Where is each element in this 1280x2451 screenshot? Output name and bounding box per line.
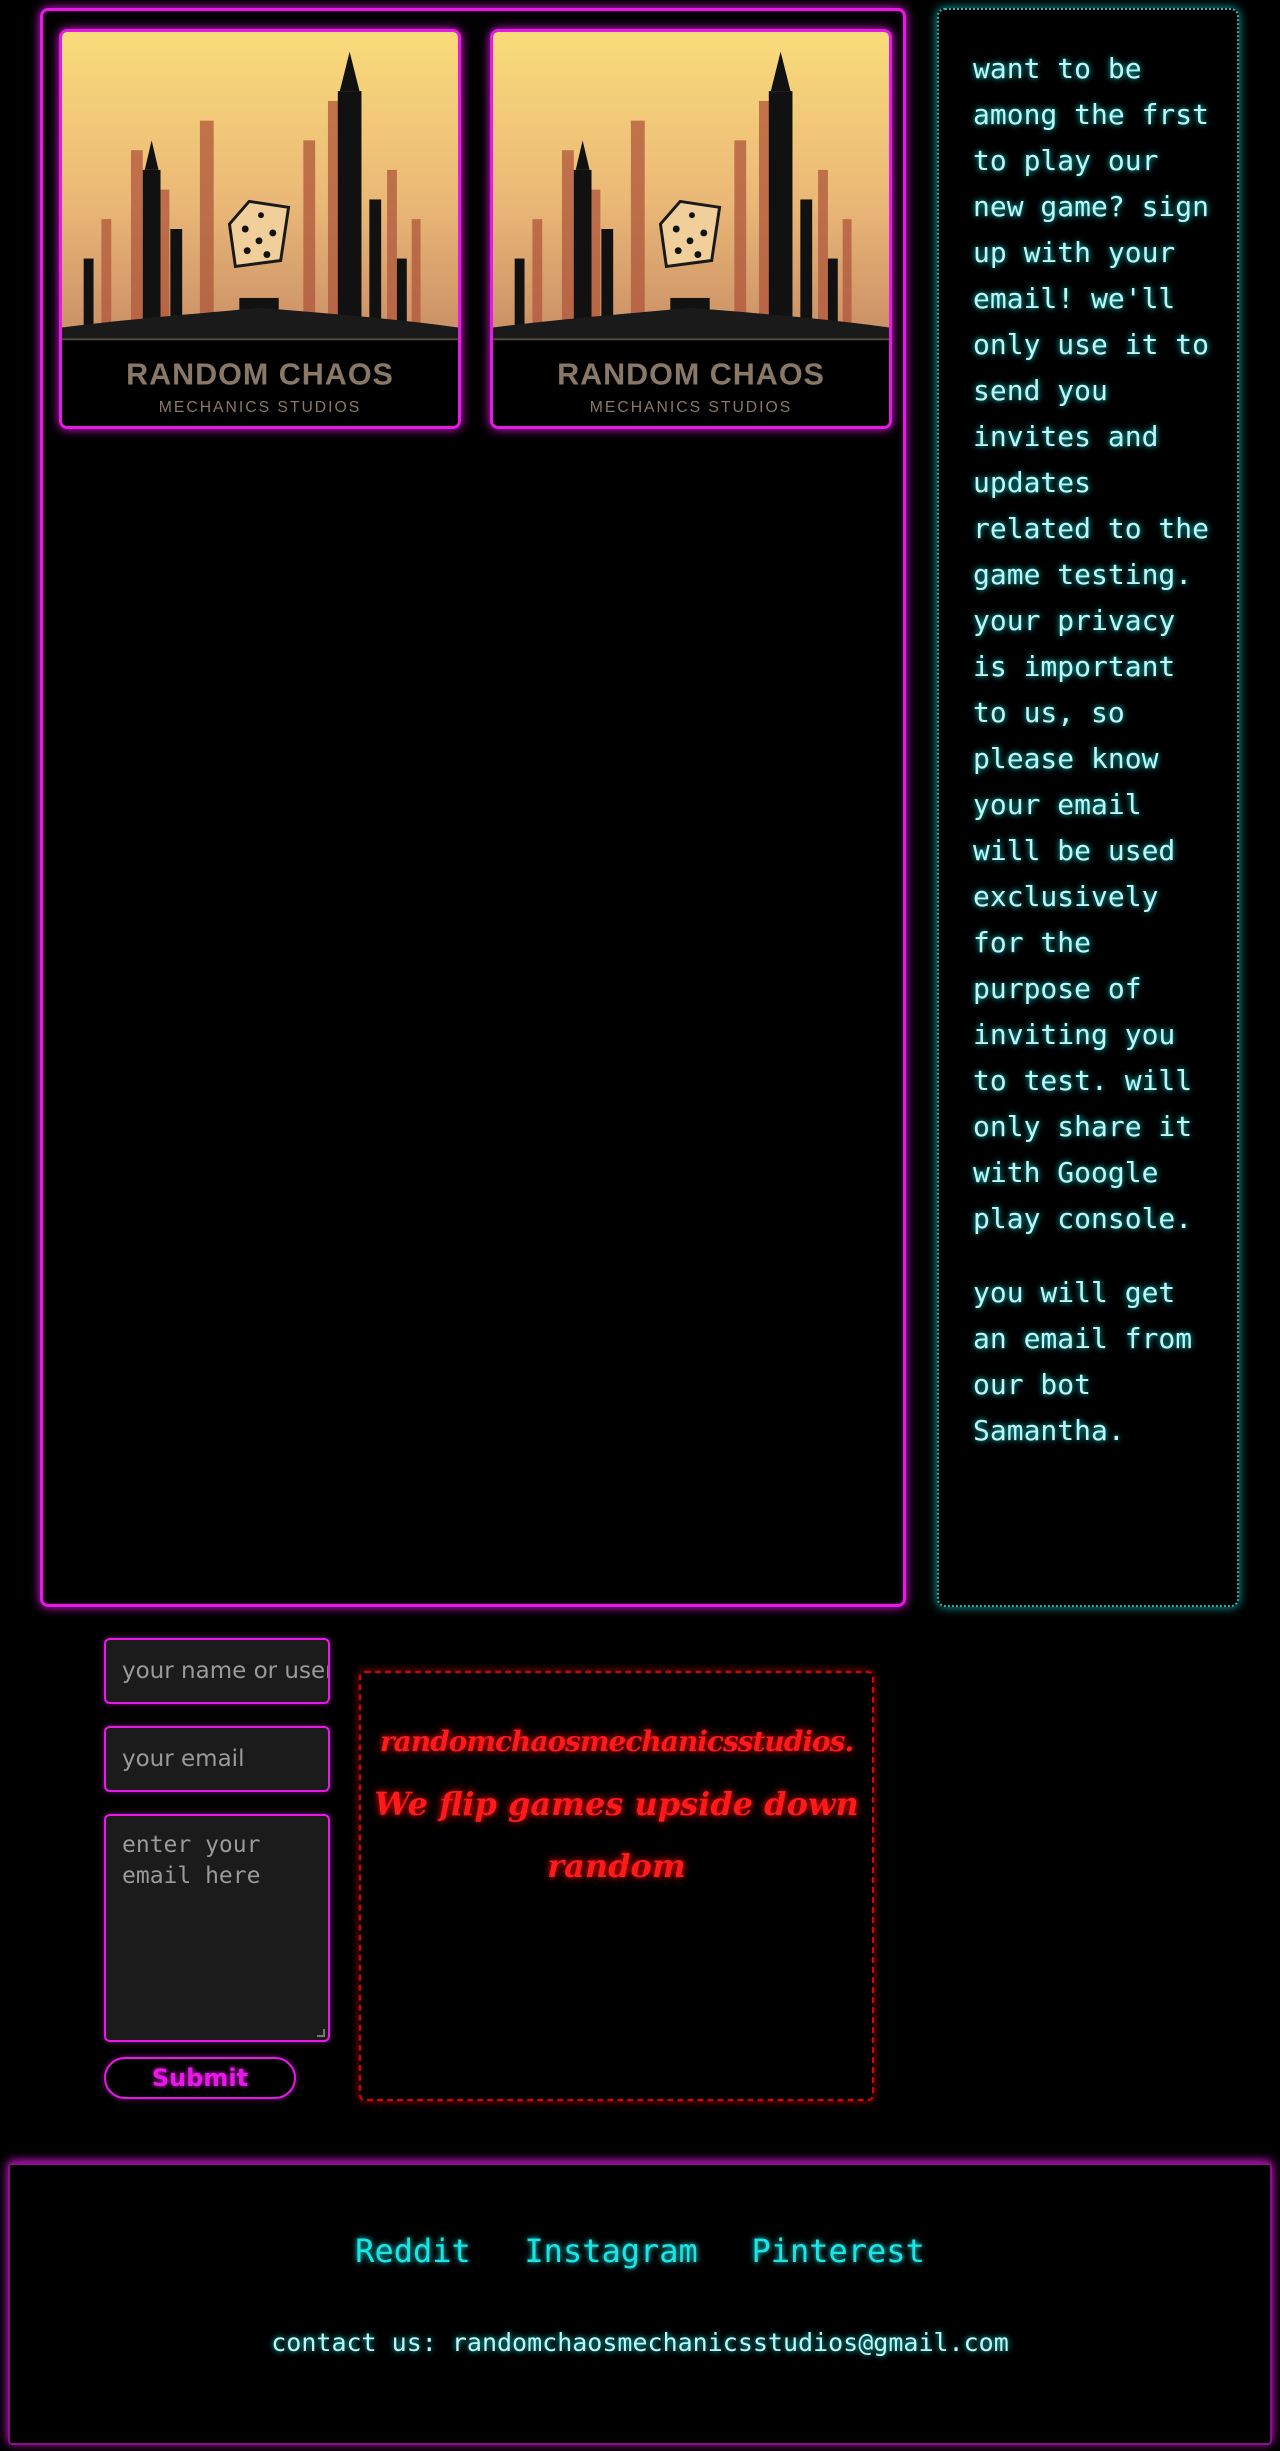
- tagline-line: We flip games upside down: [374, 1785, 859, 1823]
- social-links: Reddit Instagram Pinterest: [10, 2232, 1270, 2270]
- tagline-line: randomchaosmechanicsstudios.: [379, 1725, 854, 1758]
- info-paragraph: want to be among the frst to play our ne…: [973, 52, 1210, 1235]
- submit-button[interactable]: Submit: [104, 2057, 296, 2099]
- tagline-line: random: [547, 1847, 686, 1885]
- logo-title: RANDOM CHAOS: [557, 358, 825, 392]
- logo-subtitle: MECHANICS STUDIOS: [590, 399, 792, 416]
- message-textarea[interactable]: enter your email here: [104, 1814, 330, 2042]
- name-input[interactable]: your name or username: [104, 1638, 330, 1704]
- game-gallery: RANDOM CHAOS MECHANICS STUDIOS RANDOM CH…: [40, 8, 906, 1607]
- logo-title: RANDOM CHAOS: [126, 358, 394, 392]
- logo-subtitle: MECHANICS STUDIOS: [159, 399, 361, 416]
- studio-logo-image: RANDOM CHAOS MECHANICS STUDIOS: [493, 32, 889, 426]
- logo-card: RANDOM CHAOS MECHANICS STUDIOS: [490, 29, 892, 429]
- info-paragraph: you will get an email from our bot Saman…: [973, 1276, 1193, 1447]
- instagram-link[interactable]: Instagram: [524, 2232, 697, 2270]
- contact-email: contact us: randomchaosmechanicsstudios@…: [271, 2328, 1009, 2357]
- studio-logo-image: RANDOM CHAOS MECHANICS STUDIOS: [62, 32, 458, 426]
- reddit-link[interactable]: Reddit: [355, 2232, 471, 2270]
- pinterest-link[interactable]: Pinterest: [751, 2232, 924, 2270]
- resize-handle[interactable]: [317, 2029, 325, 2037]
- logo-card: RANDOM CHAOS MECHANICS STUDIOS: [59, 29, 461, 429]
- tagline-box: randomchaosmechanicsstudios. We flip gam…: [359, 1671, 874, 2101]
- footer: Reddit Instagram Pinterest contact us: r…: [8, 2163, 1272, 2445]
- email-input[interactable]: your email: [104, 1726, 330, 1792]
- message-placeholder: enter your email here: [122, 1832, 261, 1889]
- signup-info-panel: want to be among the frst to play our ne…: [937, 8, 1239, 1607]
